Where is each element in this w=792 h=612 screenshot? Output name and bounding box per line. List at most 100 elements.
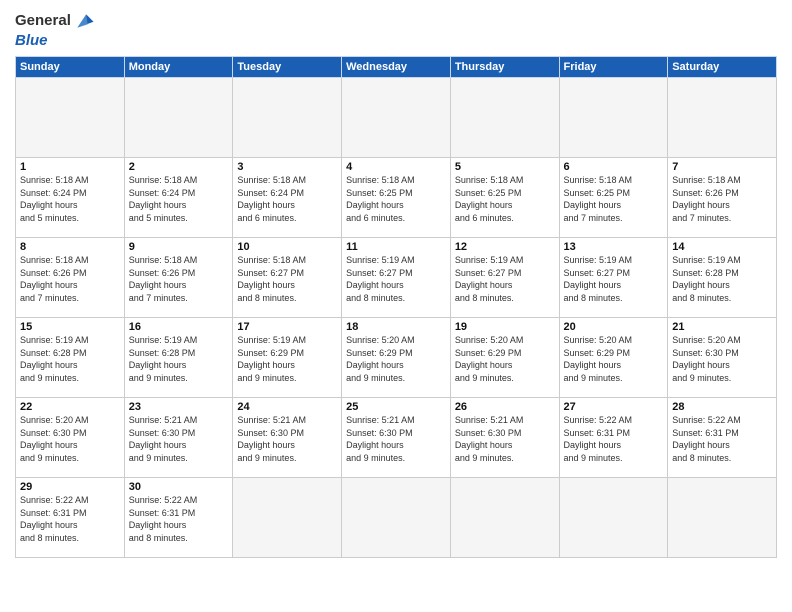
table-row: 14Sunrise: 5:19 AMSunset: 6:28 PMDayligh…	[668, 238, 777, 318]
day-info: Sunrise: 5:20 AMSunset: 6:30 PMDaylight …	[20, 414, 120, 464]
day-info: Sunrise: 5:20 AMSunset: 6:29 PMDaylight …	[455, 334, 555, 384]
table-row: 27Sunrise: 5:22 AMSunset: 6:31 PMDayligh…	[559, 398, 668, 478]
calendar: Sunday Monday Tuesday Wednesday Thursday…	[15, 56, 777, 558]
day-info: Sunrise: 5:22 AMSunset: 6:31 PMDaylight …	[564, 414, 664, 464]
header-thursday: Thursday	[450, 57, 559, 78]
day-number: 4	[346, 161, 446, 173]
day-number: 10	[237, 241, 337, 253]
table-row: 18Sunrise: 5:20 AMSunset: 6:29 PMDayligh…	[342, 318, 451, 398]
header-monday: Monday	[124, 57, 233, 78]
day-number: 18	[346, 321, 446, 333]
table-row: 29Sunrise: 5:22 AMSunset: 6:31 PMDayligh…	[16, 478, 125, 558]
day-number: 22	[20, 401, 120, 413]
table-row: 2Sunrise: 5:18 AMSunset: 6:24 PMDaylight…	[124, 158, 233, 238]
day-info: Sunrise: 5:19 AMSunset: 6:29 PMDaylight …	[237, 334, 337, 384]
table-row: 15Sunrise: 5:19 AMSunset: 6:28 PMDayligh…	[16, 318, 125, 398]
header-sunday: Sunday	[16, 57, 125, 78]
table-row	[450, 478, 559, 558]
day-number: 26	[455, 401, 555, 413]
day-info: Sunrise: 5:22 AMSunset: 6:31 PMDaylight …	[20, 494, 120, 544]
day-info: Sunrise: 5:18 AMSunset: 6:25 PMDaylight …	[564, 174, 664, 224]
day-number: 6	[564, 161, 664, 173]
table-row: 30Sunrise: 5:22 AMSunset: 6:31 PMDayligh…	[124, 478, 233, 558]
day-header-row: Sunday Monday Tuesday Wednesday Thursday…	[16, 57, 777, 78]
table-row: 20Sunrise: 5:20 AMSunset: 6:29 PMDayligh…	[559, 318, 668, 398]
table-row: 12Sunrise: 5:19 AMSunset: 6:27 PMDayligh…	[450, 238, 559, 318]
table-row	[342, 478, 451, 558]
day-info: Sunrise: 5:22 AMSunset: 6:31 PMDaylight …	[129, 494, 229, 544]
day-number: 9	[129, 241, 229, 253]
table-row: 21Sunrise: 5:20 AMSunset: 6:30 PMDayligh…	[668, 318, 777, 398]
calendar-week-row	[16, 78, 777, 158]
table-row: 28Sunrise: 5:22 AMSunset: 6:31 PMDayligh…	[668, 398, 777, 478]
header: General Blue	[15, 10, 777, 50]
calendar-week-row: 22Sunrise: 5:20 AMSunset: 6:30 PMDayligh…	[16, 398, 777, 478]
day-number: 27	[564, 401, 664, 413]
day-number: 20	[564, 321, 664, 333]
day-number: 19	[455, 321, 555, 333]
day-info: Sunrise: 5:18 AMSunset: 6:24 PMDaylight …	[237, 174, 337, 224]
logo-blue-text: Blue	[15, 32, 48, 50]
day-number: 14	[672, 241, 772, 253]
day-info: Sunrise: 5:18 AMSunset: 6:25 PMDaylight …	[455, 174, 555, 224]
table-row: 11Sunrise: 5:19 AMSunset: 6:27 PMDayligh…	[342, 238, 451, 318]
day-number: 15	[20, 321, 120, 333]
day-number: 7	[672, 161, 772, 173]
day-number: 30	[129, 481, 229, 493]
table-row: 13Sunrise: 5:19 AMSunset: 6:27 PMDayligh…	[559, 238, 668, 318]
table-row: 23Sunrise: 5:21 AMSunset: 6:30 PMDayligh…	[124, 398, 233, 478]
day-info: Sunrise: 5:21 AMSunset: 6:30 PMDaylight …	[455, 414, 555, 464]
table-row: 22Sunrise: 5:20 AMSunset: 6:30 PMDayligh…	[16, 398, 125, 478]
day-info: Sunrise: 5:18 AMSunset: 6:24 PMDaylight …	[20, 174, 120, 224]
day-number: 21	[672, 321, 772, 333]
day-number: 29	[20, 481, 120, 493]
day-number: 24	[237, 401, 337, 413]
day-info: Sunrise: 5:18 AMSunset: 6:27 PMDaylight …	[237, 254, 337, 304]
day-info: Sunrise: 5:18 AMSunset: 6:26 PMDaylight …	[672, 174, 772, 224]
day-number: 13	[564, 241, 664, 253]
day-info: Sunrise: 5:19 AMSunset: 6:27 PMDaylight …	[346, 254, 446, 304]
table-row	[559, 478, 668, 558]
day-number: 1	[20, 161, 120, 173]
table-row	[233, 478, 342, 558]
calendar-week-row: 29Sunrise: 5:22 AMSunset: 6:31 PMDayligh…	[16, 478, 777, 558]
day-info: Sunrise: 5:19 AMSunset: 6:28 PMDaylight …	[129, 334, 229, 384]
day-info: Sunrise: 5:18 AMSunset: 6:26 PMDaylight …	[20, 254, 120, 304]
day-info: Sunrise: 5:20 AMSunset: 6:29 PMDaylight …	[564, 334, 664, 384]
table-row: 17Sunrise: 5:19 AMSunset: 6:29 PMDayligh…	[233, 318, 342, 398]
day-info: Sunrise: 5:21 AMSunset: 6:30 PMDaylight …	[129, 414, 229, 464]
table-row: 5Sunrise: 5:18 AMSunset: 6:25 PMDaylight…	[450, 158, 559, 238]
calendar-week-row: 15 Sunrise: 5:19 AMSunset: 6:28 PMDayligh…	[16, 318, 777, 398]
table-row: 6Sunrise: 5:18 AMSunset: 6:25 PMDaylight…	[559, 158, 668, 238]
day-number: 5	[455, 161, 555, 173]
table-row: 1Sunrise: 5:18 AMSunset: 6:24 PMDaylight…	[16, 158, 125, 238]
logo: General Blue	[15, 10, 95, 50]
table-row: 10Sunrise: 5:18 AMSunset: 6:27 PMDayligh…	[233, 238, 342, 318]
day-number: 28	[672, 401, 772, 413]
table-row: 25Sunrise: 5:21 AMSunset: 6:30 PMDayligh…	[342, 398, 451, 478]
table-row: 16Sunrise: 5:19 AMSunset: 6:28 PMDayligh…	[124, 318, 233, 398]
day-number: 12	[455, 241, 555, 253]
logo-text: General	[15, 12, 71, 30]
day-info: Sunrise: 5:21 AMSunset: 6:30 PMDaylight …	[237, 414, 337, 464]
day-info: Sunrise: 5:18 AMSunset: 6:26 PMDaylight …	[129, 254, 229, 304]
header-tuesday: Tuesday	[233, 57, 342, 78]
calendar-body: 1Sunrise: 5:18 AMSunset: 6:24 PMDaylight…	[16, 78, 777, 558]
table-row: 26Sunrise: 5:21 AMSunset: 6:30 PMDayligh…	[450, 398, 559, 478]
table-row	[668, 478, 777, 558]
header-friday: Friday	[559, 57, 668, 78]
header-saturday: Saturday	[668, 57, 777, 78]
table-row: 3Sunrise: 5:18 AMSunset: 6:24 PMDaylight…	[233, 158, 342, 238]
table-row: 8Sunrise: 5:18 AMSunset: 6:26 PMDaylight…	[16, 238, 125, 318]
table-row	[16, 78, 125, 158]
table-row: 7Sunrise: 5:18 AMSunset: 6:26 PMDaylight…	[668, 158, 777, 238]
day-number: 16	[129, 321, 229, 333]
day-info: Sunrise: 5:18 AMSunset: 6:24 PMDaylight …	[129, 174, 229, 224]
header-wednesday: Wednesday	[342, 57, 451, 78]
day-number: 2	[129, 161, 229, 173]
day-number: 3	[237, 161, 337, 173]
day-number: 8	[20, 241, 120, 253]
day-number: 25	[346, 401, 446, 413]
table-row	[450, 78, 559, 158]
table-row: 9Sunrise: 5:18 AMSunset: 6:26 PMDaylight…	[124, 238, 233, 318]
